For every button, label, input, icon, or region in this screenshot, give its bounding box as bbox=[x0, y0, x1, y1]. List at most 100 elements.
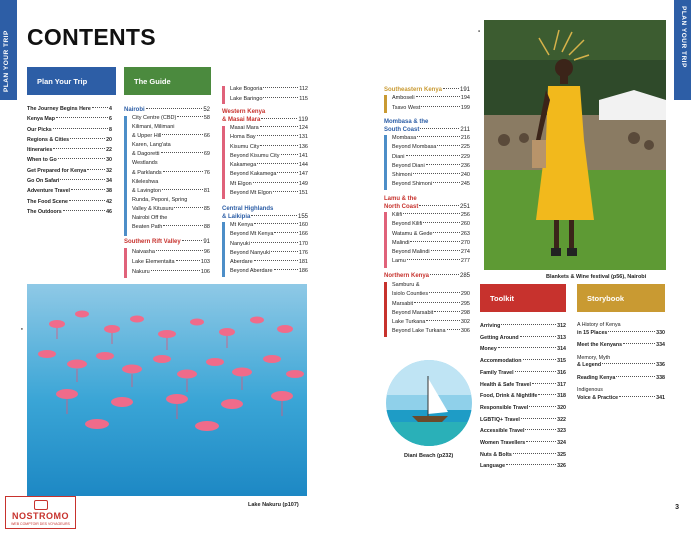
toc-entry[interactable]: Mt Kenya 160 bbox=[230, 221, 308, 230]
toc-entry[interactable]: Beyond Nanyuki 176 bbox=[230, 249, 308, 258]
storybook-entry[interactable]: Reading Kenya 338 bbox=[577, 375, 665, 383]
toc-entry[interactable]: Food, Drink & Nightlife 318 bbox=[480, 391, 566, 403]
toc-entry[interactable]: Marsabit 295 bbox=[392, 300, 470, 309]
toc-entry[interactable]: Lake Turkana 302 bbox=[392, 318, 470, 327]
toc-entry[interactable]: Arriving 312 bbox=[480, 321, 566, 333]
rift-heading[interactable]: Southern Rift Valley 91 bbox=[124, 238, 210, 246]
northern-heading[interactable]: Northern Kenya 285 bbox=[384, 272, 470, 280]
toc-entry[interactable]: Kileleshwa bbox=[132, 178, 210, 187]
left-side-tab: PLAN YOUR TRIP bbox=[0, 0, 17, 100]
toc-entry[interactable]: Runda, Peponi, Spring bbox=[132, 196, 210, 205]
toc-entry[interactable]: Watamu & Gede 263 bbox=[392, 230, 470, 239]
toc-entry[interactable]: Nanyuki 170 bbox=[230, 240, 308, 249]
toc-entry[interactable]: Beyond Mombasa 225 bbox=[392, 143, 470, 152]
toc-entry[interactable]: Beyond Shimoni 245 bbox=[392, 180, 470, 189]
toc-entry[interactable]: Karen, Lang'ata bbox=[132, 141, 210, 150]
western-heading[interactable]: & Masai Mara 119 bbox=[222, 116, 308, 124]
toc-entry[interactable]: Lamu 277 bbox=[392, 257, 470, 266]
toc-entry[interactable]: Women Travellers 324 bbox=[480, 438, 566, 450]
toc-entry[interactable]: Amboseli 194 bbox=[392, 94, 470, 104]
southeastern-heading[interactable]: Southeastern Kenya 191 bbox=[384, 86, 470, 94]
toc-entry[interactable]: & Upper Hill 66 bbox=[132, 132, 210, 141]
toc-entry[interactable]: Homa Bay 131 bbox=[230, 133, 308, 142]
toc-entry[interactable]: The Food Scene 42 bbox=[27, 197, 112, 207]
toc-entry[interactable]: Beyond Mt Kenya 166 bbox=[230, 230, 308, 239]
lamu-heading[interactable]: North Coast 251 bbox=[384, 203, 470, 211]
toc-entry[interactable]: City Centre (CBD) 58 bbox=[132, 114, 210, 123]
toc-entry[interactable]: The Journey Begins Here 4 bbox=[27, 104, 112, 114]
toc-entry[interactable]: Beyond Aberdare 186 bbox=[230, 267, 308, 276]
toc-entry[interactable]: & Dagoretti 69 bbox=[132, 150, 210, 159]
toc-entry[interactable]: Responsible Travel 320 bbox=[480, 403, 566, 415]
toc-entry[interactable]: Beyond Kilifi 260 bbox=[392, 220, 470, 229]
toc-entry[interactable]: Diani 229 bbox=[392, 153, 470, 162]
storybook-entry[interactable]: Meet the Kenyans 334 bbox=[577, 342, 665, 350]
toc-entry[interactable]: Language 326 bbox=[480, 461, 566, 473]
toc-entry[interactable]: & Parklands 76 bbox=[132, 169, 210, 178]
central-heading-1: Central Highlands bbox=[222, 206, 274, 212]
toc-entry[interactable]: Mombasa 216 bbox=[392, 134, 470, 143]
toc-entry[interactable]: Family Travel 316 bbox=[480, 368, 566, 380]
page-number: 3 bbox=[675, 504, 679, 511]
western-bar bbox=[222, 126, 225, 199]
toc-entry[interactable]: The Outdoors 46 bbox=[27, 207, 112, 217]
toc-entry[interactable]: Beyond Marsabit 298 bbox=[392, 309, 470, 318]
central-heading[interactable]: & Laikipia 155 bbox=[222, 213, 308, 221]
toc-entry[interactable]: Nairobi Off the bbox=[132, 214, 210, 223]
storybook-entry[interactable]: A History of Kenya in 15 Places 330 bbox=[577, 322, 665, 337]
toc-entry[interactable]: Kakamega 144 bbox=[230, 161, 308, 170]
plan-your-trip-tab: Plan Your Trip bbox=[27, 67, 116, 95]
toc-entry[interactable]: Adventure Travel 38 bbox=[27, 186, 112, 196]
toc-entry[interactable]: Health & Safe Travel 317 bbox=[480, 380, 566, 392]
toc-entry[interactable]: Valley & Kitusuru 85 bbox=[132, 205, 210, 214]
toc-entry[interactable]: Lake Elementaita 103 bbox=[132, 257, 210, 267]
toc-entry[interactable]: Aberdare 181 bbox=[230, 258, 308, 267]
toc-entry[interactable]: Lake Baringo 115 bbox=[230, 95, 308, 105]
storybook-entry[interactable]: Memory, Myth & Legend 336 bbox=[577, 355, 665, 370]
toc-entry[interactable]: Beyond Kakamega 147 bbox=[230, 170, 308, 179]
toc-entry[interactable]: When to Go 30 bbox=[27, 155, 112, 165]
toc-entry[interactable]: Beyond Diani 236 bbox=[392, 162, 470, 171]
toc-entry[interactable]: Beyond Lake Turkana 306 bbox=[392, 327, 470, 336]
toc-entry[interactable]: Beyond Mt Elgon 151 bbox=[230, 189, 308, 198]
toc-entry[interactable]: Kenya Map 6 bbox=[27, 114, 112, 124]
toc-entry[interactable]: Get Prepared for Kenya 32 bbox=[27, 166, 112, 176]
toc-entry[interactable]: Isiolo Counties 290 bbox=[392, 290, 470, 299]
toc-entry[interactable]: Go On Safari 34 bbox=[27, 176, 112, 186]
toc-entry[interactable]: Malindi 270 bbox=[392, 239, 470, 248]
toc-entry[interactable]: Naivasha 96 bbox=[132, 247, 210, 257]
toc-entry[interactable]: Money 314 bbox=[480, 344, 566, 356]
storybook-list: A History of Kenya in 15 Places 330 Meet th… bbox=[577, 322, 665, 407]
festival-photo bbox=[484, 20, 666, 270]
toc-entry[interactable]: Nuts & Bolts 325 bbox=[480, 450, 566, 462]
toc-entry[interactable]: Mt Elgon 149 bbox=[230, 180, 308, 189]
toc-entry[interactable]: Kilimani, Milimani bbox=[132, 123, 210, 132]
toc-entry[interactable]: Itineraries 22 bbox=[27, 145, 112, 155]
central-list: Mt Kenya 160 Beyond Mt Kenya 166 Nanyuki 170 B… bbox=[230, 221, 308, 277]
toc-entry[interactable]: Beyond Malindi 274 bbox=[392, 248, 470, 257]
toc-entry[interactable]: Kilifi 256 bbox=[392, 211, 470, 220]
nostromo-logo[interactable]: NOSTROMO WEB COMPTOIR DES VOYAGEURS bbox=[5, 496, 76, 529]
nairobi-heading[interactable]: Nairobi 52 bbox=[124, 106, 210, 114]
toc-entry[interactable]: Shimoni 240 bbox=[392, 171, 470, 180]
toc-entry[interactable]: Regions & Cities 20 bbox=[27, 135, 112, 145]
toc-entry[interactable]: Getting Around 313 bbox=[480, 333, 566, 345]
toc-entry[interactable]: Masai Mara 124 bbox=[230, 124, 308, 133]
toc-entry[interactable]: & Lavington 81 bbox=[132, 187, 210, 196]
rift-more-bar bbox=[222, 86, 225, 104]
toc-entry[interactable]: Lake Bogoria 112 bbox=[230, 85, 308, 95]
toc-entry[interactable]: LGBTIQ+ Travel 322 bbox=[480, 415, 566, 427]
toc-entry[interactable]: Samburu & bbox=[392, 281, 470, 290]
toc-entry[interactable]: Beaten Path 88 bbox=[132, 223, 210, 232]
western-section: Western Kenya & Masai Mara 119 bbox=[222, 108, 308, 124]
toc-entry[interactable]: Beyond Kisumu City 141 bbox=[230, 152, 308, 161]
toc-entry[interactable]: Accessible Travel 323 bbox=[480, 426, 566, 438]
toc-entry[interactable]: Tsavo West 199 bbox=[392, 104, 470, 114]
storybook-entry[interactable]: Indigenous Voice & Practice 341 bbox=[577, 387, 665, 402]
toc-entry[interactable]: Accommodation 315 bbox=[480, 356, 566, 368]
toc-entry[interactable]: Westlands bbox=[132, 159, 210, 168]
toc-entry[interactable]: Our Picks 8 bbox=[27, 125, 112, 135]
toc-entry[interactable]: Nakuru 106 bbox=[132, 267, 210, 277]
mombasa-heading[interactable]: South Coast 211 bbox=[384, 126, 470, 134]
toc-entry[interactable]: Kisumu City 136 bbox=[230, 143, 308, 152]
